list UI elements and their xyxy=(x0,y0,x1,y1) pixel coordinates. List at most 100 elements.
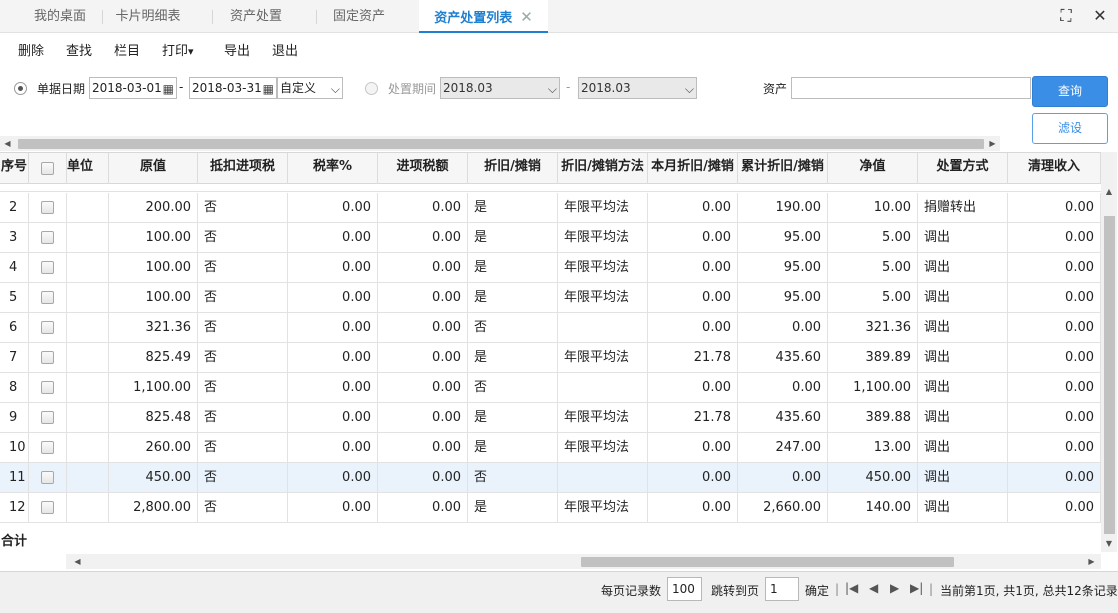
tab-card-detail[interactable]: 卡片明细表 xyxy=(103,0,193,33)
scrollbar-thumb[interactable] xyxy=(1104,216,1115,534)
last-page-icon[interactable]: ▶| xyxy=(910,581,923,595)
radio-document-date[interactable] xyxy=(14,82,27,95)
cell-original-value: 450.00 xyxy=(109,463,198,493)
cell-deduct-input-tax: 否 xyxy=(198,493,288,523)
cell-deduct-input-tax: 否 xyxy=(198,253,288,283)
date-to-field[interactable]: 2018-03-31 ▦ xyxy=(189,77,277,99)
cell-tax-rate: 0.00 xyxy=(288,283,378,313)
table-row[interactable]: 2 200.00 否 0.00 0.00 是年限平均法 0.00 190.00 10.00 捐赠转… xyxy=(0,193,1101,223)
scroll-right-icon[interactable]: ▶ xyxy=(1084,554,1099,569)
table-row[interactable]: 8 1,100.00 否 0.00 0.00 否 0.00 0.00 1,100.00 调出 0.0… xyxy=(0,373,1101,403)
prev-page-icon[interactable]: ◀ xyxy=(869,581,878,595)
menu-find[interactable]: 查找 xyxy=(66,40,92,59)
period-to-value: 2018.03 xyxy=(581,81,631,95)
restore-icon[interactable]: ⛶ xyxy=(1054,4,1078,28)
table-row[interactable]: 12 2,800.00 否 0.00 0.00 是年限平均法 0.00 2,660.00 140… xyxy=(0,493,1101,523)
confirm-button[interactable]: 确定 xyxy=(805,582,829,599)
menu-print[interactable]: 打印▾ xyxy=(162,40,194,59)
menu-columns[interactable]: 栏目 xyxy=(114,40,140,59)
tab-asset-disposal-list[interactable]: 资产处置列表 ✕ xyxy=(419,0,548,33)
cell-clearing-income: 0.00 xyxy=(1008,433,1101,463)
close-icon[interactable]: ✕ xyxy=(520,8,533,26)
query-button[interactable]: 查询 xyxy=(1032,76,1108,107)
cell-select xyxy=(29,463,67,493)
table-row[interactable]: 3 100.00 否 0.00 0.00 是年限平均法 0.00 95.00 5.00 调出 0.0… xyxy=(0,223,1101,253)
scroll-up-icon[interactable]: ▲ xyxy=(1101,184,1117,199)
tab-fixed-assets[interactable]: 固定资产 xyxy=(317,0,401,33)
cell-depreciation: 否 xyxy=(468,463,558,493)
asset-field[interactable] xyxy=(791,77,1031,99)
scroll-down-icon[interactable]: ▼ xyxy=(1101,536,1117,551)
table-row[interactable]: 6 321.36 否 0.00 0.00 否 0.00 0.00 321.36 调出 0.00 xyxy=(0,313,1101,343)
table-row[interactable]: 5 100.00 否 0.00 0.00 是年限平均法 0.00 95.00 5.00 调出 0.0… xyxy=(0,283,1101,313)
filter-settings-button[interactable]: 滤设 xyxy=(1032,113,1108,144)
table-row[interactable]: 9 825.48 否 0.00 0.00 是年限平均法 21.78 435.60 389.88 调… xyxy=(0,403,1101,433)
tab-asset-disposal[interactable]: 资产处置 xyxy=(213,0,299,33)
tab-label: 卡片明细表 xyxy=(115,9,181,24)
first-page-icon[interactable]: |◀ xyxy=(845,581,858,595)
cell-tax-rate: 0.00 xyxy=(288,223,378,253)
menu-delete[interactable]: 删除 xyxy=(18,40,44,59)
table-row[interactable]: 10 260.00 否 0.00 0.00 是年限平均法 0.00 247.00 13.00 调出… xyxy=(0,433,1101,463)
table-row[interactable]: 4 100.00 否 0.00 0.00 是年限平均法 0.00 95.00 5.00 调出 0.0… xyxy=(0,253,1101,283)
cell-depreciation-method xyxy=(558,373,648,403)
tab-my-desktop[interactable]: 我的桌面 xyxy=(18,0,102,33)
row-checkbox[interactable] xyxy=(41,441,54,454)
cell-net-value: 10.00 xyxy=(828,193,918,223)
cell-clearing-income: 0.00 xyxy=(1008,493,1101,523)
row-checkbox[interactable] xyxy=(41,231,54,244)
row-checkbox[interactable] xyxy=(41,501,54,514)
row-checkbox[interactable] xyxy=(41,261,54,274)
cell-clearing-income: 0.00 xyxy=(1008,403,1101,433)
calendar-icon[interactable]: ▦ xyxy=(163,79,174,99)
scroll-left-icon[interactable]: ◀ xyxy=(70,554,85,569)
per-page-input[interactable]: 100 xyxy=(667,577,702,601)
menu-export[interactable]: 导出 xyxy=(224,40,250,59)
date-mode-select[interactable]: 自定义 ⌵ xyxy=(277,77,343,99)
tab-label: 资产处置 xyxy=(229,9,282,24)
scroll-left-icon[interactable]: ◀ xyxy=(0,136,15,151)
scrollbar-thumb[interactable] xyxy=(581,557,954,567)
cell-depreciation: 是 xyxy=(468,253,558,283)
cell-month-depreciation: 0.00 xyxy=(648,223,738,253)
row-checkbox[interactable] xyxy=(41,291,54,304)
next-page-icon[interactable]: ▶ xyxy=(890,581,899,595)
scrollbar-thumb[interactable] xyxy=(18,139,984,149)
cell-clearing-income: 0.00 xyxy=(1008,313,1101,343)
cell-accum-depreciation: 95.00 xyxy=(738,223,828,253)
close-window-icon[interactable]: ✕ xyxy=(1088,4,1112,28)
row-checkbox[interactable] xyxy=(41,411,54,424)
tab-label: 固定资产 xyxy=(332,9,385,24)
cell-accum-depreciation: 95.00 xyxy=(738,283,828,313)
cell-accum-depreciation: 95.00 xyxy=(738,253,828,283)
cell-net-value: 389.88 xyxy=(828,403,918,433)
table-row[interactable]: 7 825.49 否 0.00 0.00 是年限平均法 21.78 435.60 389.89 调… xyxy=(0,343,1101,373)
totals-label: 合计 xyxy=(1,534,28,549)
select-all-checkbox[interactable] xyxy=(41,162,54,175)
goto-page-input[interactable]: 1 xyxy=(765,577,799,601)
row-checkbox[interactable] xyxy=(41,381,54,394)
cell-tax-rate: 0.00 xyxy=(288,373,378,403)
table-row[interactable]: 11 450.00 否 0.00 0.00 否 0.00 0.00 450.00 调出 0.00 xyxy=(0,463,1101,493)
menu-exit[interactable]: 退出 xyxy=(272,40,298,59)
row-checkbox[interactable] xyxy=(41,201,54,214)
period-to-select[interactable]: 2018.03 ⌵ xyxy=(578,77,697,99)
cell-accum-depreciation: 435.60 xyxy=(738,343,828,373)
row-checkbox[interactable] xyxy=(41,471,54,484)
cell-unit xyxy=(67,313,109,343)
radio-disposal-period[interactable] xyxy=(365,82,378,95)
bottom-horizontal-scrollbar[interactable]: ◀ ▶ xyxy=(66,554,1101,569)
scroll-right-icon[interactable]: ▶ xyxy=(985,136,1000,151)
cell-original-value: 825.48 xyxy=(109,403,198,433)
calendar-icon[interactable]: ▦ xyxy=(263,79,274,99)
row-checkbox[interactable] xyxy=(41,321,54,334)
top-horizontal-scrollbar[interactable]: ◀ ▶ xyxy=(0,136,1000,151)
cell-select xyxy=(29,493,67,523)
date-from-field[interactable]: 2018-03-01 ▦ xyxy=(89,77,177,99)
row-checkbox[interactable] xyxy=(41,351,54,364)
cell-input-tax: 0.00 xyxy=(378,463,468,493)
cell-index: 12 xyxy=(0,493,29,523)
period-from-select[interactable]: 2018.03 ⌵ xyxy=(440,77,560,99)
cell-net-value: 5.00 xyxy=(828,253,918,283)
vertical-scrollbar[interactable]: ▲ ▼ xyxy=(1101,152,1117,552)
